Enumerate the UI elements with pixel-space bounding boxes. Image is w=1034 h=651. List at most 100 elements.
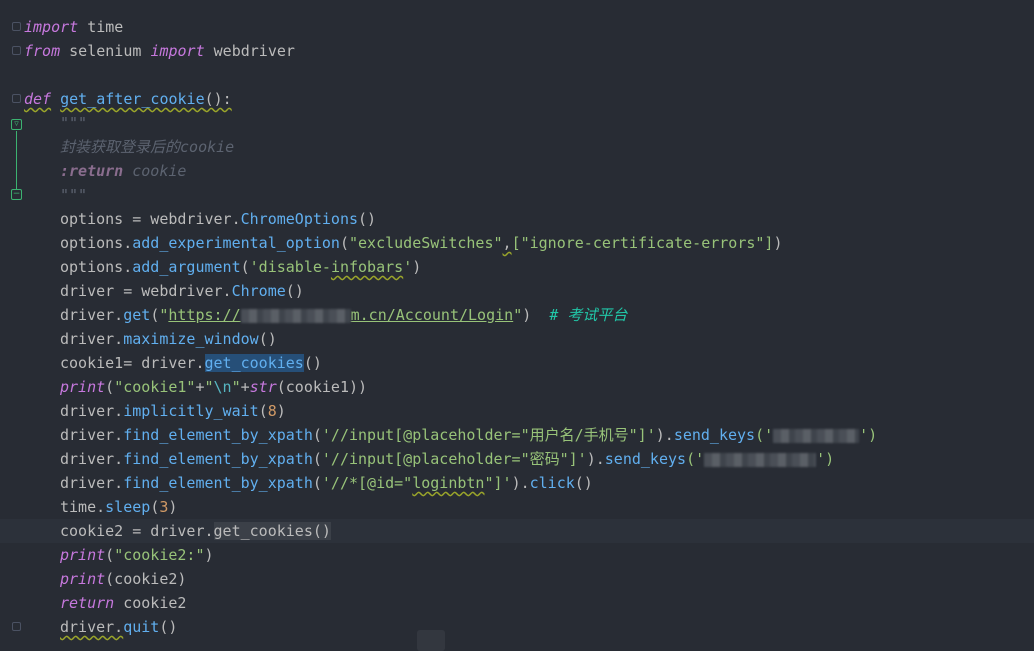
builtin: str [249, 378, 277, 396]
identifier: driver. [60, 426, 124, 444]
code-line-26: driver.quit() [24, 615, 1034, 639]
code-line-4: def get_after_cookie(): [24, 87, 1034, 111]
docstring: cookie [123, 162, 187, 180]
url-link[interactable]: m.cn/Account/Login [351, 306, 514, 324]
method: send_keys [604, 450, 687, 468]
string: ') [816, 450, 835, 468]
identifier: = driver. [123, 354, 205, 372]
punctuation: ) [168, 498, 178, 516]
docstring: """ [60, 114, 88, 132]
code-area[interactable]: import time from selenium import webdriv… [24, 15, 1034, 639]
punctuation: () [159, 618, 178, 636]
method: maximize_window [123, 330, 259, 348]
punctuation: () [258, 330, 277, 348]
string: '//input[@placeholder="用户名/手机号"]' [321, 426, 656, 444]
string: " [231, 378, 241, 396]
punctuation: ( [339, 234, 349, 252]
identifier: webdriver [204, 42, 295, 60]
code-line-7: :return cookie [24, 159, 1034, 183]
keyword: import [150, 42, 205, 60]
fold-marker-icon[interactable] [12, 622, 21, 631]
code-line-24: print(cookie2) [24, 567, 1034, 591]
keyword: def [24, 90, 52, 108]
keyword: from [24, 42, 61, 60]
identifier: driver = webdriver. [60, 282, 232, 300]
code-line-6: 封装获取登录后的cookie [24, 135, 1034, 159]
method: find_element_by_xpath [123, 426, 313, 444]
builtin: print [60, 378, 106, 396]
punctuation: ) [511, 474, 521, 492]
fold-guide-line [16, 131, 17, 189]
string: ' [403, 258, 413, 276]
punctuation: ( [258, 402, 268, 420]
string: loginbtn [412, 474, 485, 492]
string: "cookie2:" [114, 546, 205, 564]
string: " [513, 306, 523, 324]
code-editor[interactable]: ▿ − import time from selenium import web… [0, 0, 1034, 651]
redacted-region [773, 428, 860, 443]
string: ') [859, 426, 878, 444]
identifier: cookie1 [60, 354, 124, 372]
fold-marker-icon[interactable] [12, 94, 21, 103]
gutter: ▿ − [0, 0, 22, 651]
code-line-9: options = webdriver.ChromeOptions() [24, 207, 1034, 231]
punctuation: ) [204, 546, 214, 564]
method: click [529, 474, 575, 492]
operator: + [195, 378, 205, 396]
identifier: cookie2 [114, 594, 187, 612]
redacted-region [240, 308, 351, 323]
punctuation: () [285, 282, 304, 300]
punctuation: () [312, 522, 331, 540]
string: "cookie1" [114, 378, 196, 396]
docstring: cookie [180, 138, 235, 156]
code-line-22: cookie2 = driver.get_cookies() [24, 519, 1034, 543]
builtin: print [60, 546, 106, 564]
punctuation: , [502, 234, 512, 252]
identifier: options. [60, 234, 133, 252]
string: "]' [484, 474, 512, 492]
code-line-5: """ [24, 111, 1034, 135]
string: '//*[@id=" [321, 474, 413, 492]
fold-close-icon[interactable]: − [11, 189, 22, 200]
identifier: options. [60, 258, 133, 276]
fold-marker-icon[interactable] [12, 22, 21, 31]
method: Chrome [231, 282, 286, 300]
search-icon[interactable] [417, 630, 445, 651]
punctuation: ( [240, 258, 250, 276]
code-line-18: driver.find_element_by_xpath('//input[@p… [60, 426, 878, 444]
code-line-11: options.add_argument('disable-infobars') [24, 255, 1034, 279]
string: " [204, 378, 214, 396]
punctuation: ) [412, 258, 422, 276]
comment: # 考试平台 [549, 306, 628, 324]
string: "excludeSwitches" [349, 234, 503, 252]
method: find_element_by_xpath [123, 474, 313, 492]
punctuation: ( [150, 498, 160, 516]
method: get_cookies [213, 522, 313, 540]
identifier: driver. [60, 306, 124, 324]
code-line-8: """ [24, 183, 1034, 207]
code-line-25: return cookie2 [24, 591, 1034, 615]
method: find_element_by_xpath [123, 450, 313, 468]
string: 'disable- [249, 258, 331, 276]
string: ["ignore-certificate-errors"] [511, 234, 774, 252]
code-line-1: import time [24, 15, 1034, 39]
punctuation: ) [522, 306, 532, 324]
punctuation: ( [150, 306, 160, 324]
fold-marker-icon[interactable] [12, 46, 21, 55]
punctuation: ( [312, 450, 322, 468]
code-line-15: cookie1= driver.get_cookies() [24, 351, 1034, 375]
identifier: options = webdriver. [60, 210, 241, 228]
fold-open-icon[interactable]: ▿ [11, 119, 22, 130]
identifier: cookie2 = driver. [60, 522, 214, 540]
code-line-23: print("cookie2:") [24, 543, 1034, 567]
code-line-17: driver.implicitly_wait(8) [24, 399, 1034, 423]
docstring: """ [60, 186, 88, 204]
url-link[interactable]: https:// [168, 306, 240, 324]
method: add_argument [132, 258, 241, 276]
punctuation: () [303, 354, 322, 372]
string: (' [755, 426, 774, 444]
code-line-10: options.add_experimental_option("exclude… [24, 231, 1034, 255]
punctuation: ) [655, 426, 665, 444]
identifier: driver. [60, 330, 124, 348]
